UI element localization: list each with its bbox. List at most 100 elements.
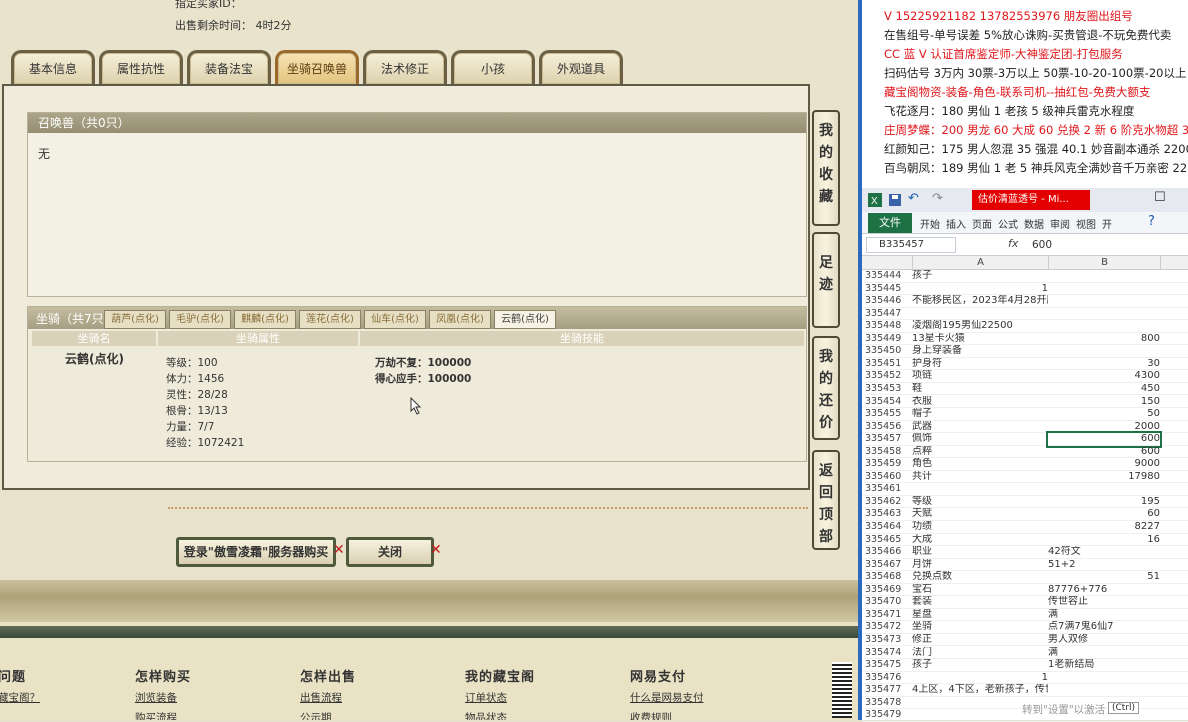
row-number[interactable]: 335461 [865,483,909,496]
cell-a[interactable]: 衣服 [912,396,1048,409]
footer-link[interactable]: 物品状态 [465,710,507,720]
row-number[interactable]: 335456 [865,421,909,434]
footer-link[interactable]: 藏宝阁？ [0,690,40,705]
row-number[interactable]: 335466 [865,546,909,559]
cell-a[interactable]: 法门 [912,647,1048,660]
cell-a[interactable]: 大成 [912,534,1048,547]
footer-link[interactable]: 收费规则 [630,710,672,720]
cell-b[interactable]: 传世容止 [1048,596,1160,609]
row-number[interactable]: 335477 [865,684,909,697]
row-number[interactable]: 335460 [865,471,909,484]
cell-b[interactable]: 87776+776 [1048,584,1160,597]
row-number[interactable]: 335457 [865,433,909,446]
cell-a[interactable]: 护身符 [912,358,1048,371]
cell-b[interactable]: 51 [1048,571,1160,584]
tab-basic-info[interactable]: 基本信息 [11,50,95,84]
footer-link[interactable]: 浏览装备 [135,690,177,705]
cell-b[interactable]: 4300 [1048,370,1160,383]
close-button[interactable]: 关闭 [346,537,434,567]
cell-b[interactable]: 50 [1048,408,1160,421]
select-all[interactable] [862,256,912,270]
ribbon-tab[interactable]: 插入 [946,216,966,231]
mount-tab[interactable]: 麒麟(点化) [234,310,296,329]
cell-a[interactable]: 月饼 [912,559,1048,572]
tab-appearance[interactable]: 外观道具 [539,50,623,84]
cell-b[interactable]: 16 [1048,534,1160,547]
cell-a[interactable]: 鞋 [912,383,1048,396]
cell-a[interactable]: 孩子 [912,659,1048,672]
save-icon[interactable] [888,193,902,207]
tab-attributes[interactable]: 属性抗性 [99,50,183,84]
ribbon-tab[interactable]: 视图 [1076,216,1096,231]
mount-tab[interactable]: 仙车(点化) [364,310,426,329]
cell-b[interactable]: 1老新结局 [1048,659,1160,672]
cell-a[interactable]: 帽子 [912,408,1048,421]
cell-a[interactable]: 兑换点数 [912,571,1048,584]
my-counteroffer-button[interactable]: 我的还价 [812,336,840,440]
help-icon[interactable]: ? [1148,214,1155,229]
cell-a[interactable]: 点粹 [912,446,1048,459]
mount-tab[interactable]: 毛驴(点化) [169,310,231,329]
footer-link[interactable]: 订单状态 [465,690,507,705]
undo-icon[interactable]: ↶ [908,191,919,206]
row-number[interactable]: 335469 [865,584,909,597]
column-b-header[interactable]: B [1048,256,1160,270]
cell-a[interactable]: 武器 [912,421,1048,434]
row-number[interactable]: 335448 [865,320,909,333]
cell-a[interactable]: 共计 [912,471,1048,484]
row-number[interactable]: 335472 [865,621,909,634]
cell-a[interactable]: 13星卡火猿 [912,333,1048,346]
cell-b[interactable]: 450 [1048,383,1160,396]
row-number[interactable]: 335463 [865,508,909,521]
footer-link[interactable]: 什么是网易支付 [630,690,704,705]
row-number[interactable]: 335471 [865,609,909,622]
cell-a[interactable]: 修正 [912,634,1048,647]
footprint-button[interactable]: 足迹 [812,232,840,328]
formula-input[interactable]: 600 [1032,239,1052,251]
row-number[interactable]: 335453 [865,383,909,396]
back-to-top-button[interactable]: 返回顶部 [812,450,840,550]
row-number[interactable]: 335451 [865,358,909,371]
footer-link[interactable]: 购买流程 [135,710,177,720]
redo-icon[interactable]: ↷ [932,191,943,206]
row-number[interactable]: 335447 [865,308,909,321]
ribbon-tab[interactable]: 页面 [972,216,992,231]
cell-b[interactable]: 男人双修 [1048,634,1160,647]
cell-a[interactable]: 1 [912,672,1048,685]
row-number[interactable]: 335465 [865,534,909,547]
ribbon-tab[interactable]: 数据 [1024,216,1044,231]
cell-a[interactable]: 套装 [912,596,1048,609]
column-a-header[interactable]: A [912,256,1048,270]
row-number[interactable]: 335455 [865,408,909,421]
cell-a[interactable]: 等级 [912,496,1048,509]
maximize-icon[interactable]: ☐ [1154,190,1166,205]
row-number[interactable]: 335462 [865,496,909,509]
cell-b[interactable]: 800 [1048,333,1160,346]
name-box[interactable]: B335457 [866,237,956,253]
row-number[interactable]: 335459 [865,458,909,471]
row-number[interactable]: 335444 [865,270,909,283]
row-number[interactable]: 335446 [865,295,909,308]
ribbon-tab[interactable]: 审阅 [1050,216,1070,231]
mount-tab-active[interactable]: 云鹤(点化) [494,310,556,329]
mount-tab[interactable]: 葫芦(点化) [104,310,166,329]
cell-b[interactable]: 17980 [1048,471,1160,484]
cell-a[interactable]: 职业 [912,546,1048,559]
cell-b[interactable]: 点7满7鬼6仙7 [1048,621,1160,634]
ribbon-tab[interactable]: 开始 [920,216,940,231]
mount-tab[interactable]: 莲花(点化) [299,310,361,329]
cell-a[interactable]: 不能移民区，2023年4月28开服，风克火珍藏容止，装备宝 [912,295,1048,308]
footer-link[interactable]: 公示期 [300,710,332,720]
row-number[interactable]: 335470 [865,596,909,609]
tab-child[interactable]: 小孩 [451,50,535,84]
row-number[interactable]: 335464 [865,521,909,534]
cell-b[interactable]: 9000 [1048,458,1160,471]
tab-equipment[interactable]: 装备法宝 [187,50,271,84]
cell-a[interactable]: 坐骑 [912,621,1048,634]
footer-link[interactable]: 出售流程 [300,690,342,705]
cell-a[interactable]: 佩饰 [912,433,1048,446]
row-number[interactable]: 335467 [865,559,909,572]
cell-a[interactable]: 功绩 [912,521,1048,534]
column-c-header[interactable] [1160,256,1188,270]
cell-a[interactable]: 星盘 [912,609,1048,622]
